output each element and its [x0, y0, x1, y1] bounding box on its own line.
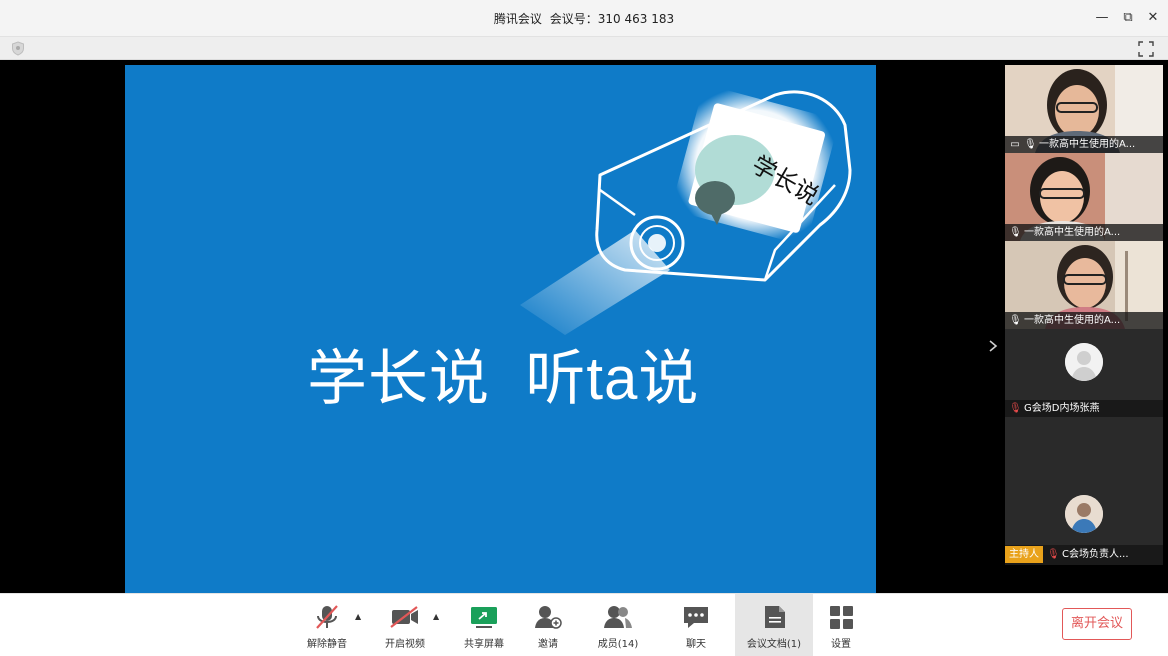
microphone-muted-icon: 🎙 [1009, 403, 1022, 414]
close-button[interactable]: ✕ [1143, 8, 1163, 28]
settings-button[interactable]: 设置 [811, 594, 871, 656]
main-video-area: 学长说 学长说 听ta说 [0, 60, 1168, 593]
share-screen-label: 共享屏幕 [464, 639, 504, 650]
screen-share-icon: ▭ [1010, 139, 1020, 150]
participant-tile[interactable]: 🎙 一款高中生使用的A... [1005, 241, 1163, 329]
invite-button[interactable]: 邀请 [518, 594, 578, 656]
meeting-docs-label: 会议文档(1) [746, 639, 802, 650]
video-options-caret[interactable]: ▲ [433, 612, 443, 622]
invite-label: 邀请 [538, 639, 558, 650]
participant-name-bar: 🎙 一款高中生使用的A... [1005, 312, 1163, 329]
projector-illustration: 学长说 [520, 85, 852, 335]
start-video-label: 开启视频 [385, 639, 425, 650]
participant-name: 一款高中生使用的A... [1039, 139, 1136, 150]
avatar [1065, 343, 1103, 381]
share-screen-button[interactable]: 共享屏幕 [454, 594, 514, 656]
microphone-muted-icon [316, 605, 338, 629]
avatar [1065, 495, 1103, 533]
participant-name-bar: ▭ 🎙 一款高中生使用的A... [1005, 136, 1163, 153]
camera-off-icon [390, 606, 418, 628]
chat-button[interactable]: 聊天 [666, 594, 726, 656]
start-video-button[interactable]: 开启视频 [375, 594, 435, 656]
members-label: 成员(14) [597, 639, 639, 650]
meeting-id: 310 463 183 [597, 12, 675, 26]
meeting-id-label: 会议号： [549, 12, 598, 26]
participant-name-bar: 🎙 G会场D内场张燕 [1005, 400, 1163, 417]
app-name: 腾讯会议 [493, 12, 542, 26]
microphone-muted-icon: 🎙 [1047, 549, 1060, 560]
meeting-toolbar: 解除静音 ▲ 开启视频 ▲ 共享屏幕 邀请 成员(14) 聊天 会议文档(1) … [0, 593, 1168, 656]
unmute-label: 解除静音 [307, 639, 347, 650]
document-icon [765, 606, 785, 628]
chat-label: 聊天 [686, 639, 706, 650]
slide-title: 学长说 听ta说 [307, 345, 700, 412]
grid-settings-icon [830, 606, 853, 629]
participant-tile[interactable]: ▭ 🎙 一款高中生使用的A... [1005, 65, 1163, 153]
minimize-button[interactable]: — [1092, 8, 1112, 28]
share-screen-icon [471, 607, 497, 628]
title-bar: 腾讯会议 会议号：310 463 183 — ⧉ ✕ [0, 0, 1168, 36]
microphone-icon: 🎙 [1024, 139, 1037, 150]
participant-list: ▭🎙一款高中生使用的A... 🎙一款高中生使用的A... 🎙一款高中生使 [1005, 65, 1163, 570]
participant-name-bar: 主持人 🎙 C会场负责人... [1005, 545, 1163, 565]
shield-icon[interactable] [11, 41, 25, 56]
participant-name: C会场负责人... [1062, 549, 1129, 560]
meeting-info-bar [0, 36, 1168, 60]
participant-name-bar: 🎙 一款高中生使用的A... [1005, 224, 1163, 241]
microphone-icon: 🎙 [1009, 227, 1022, 238]
microphone-icon: 🎙 [1009, 315, 1022, 326]
participant-tile[interactable]: 🎙 一款高中生使用的A... [1005, 153, 1163, 241]
leave-meeting-button[interactable]: 离开会议 [1062, 608, 1132, 640]
participant-tile[interactable]: 🎙 G会场D内场张燕 [1005, 329, 1163, 417]
participant-name: 一款高中生使用的A... [1024, 315, 1121, 326]
members-button[interactable]: 成员(14) [588, 594, 648, 656]
fullscreen-icon[interactable] [1138, 41, 1154, 57]
shared-slide: 学长说 学长说 听ta说 [125, 65, 876, 593]
participant-name: 一款高中生使用的A... [1024, 227, 1121, 238]
restore-button[interactable]: ⧉ [1118, 8, 1138, 28]
chat-icon [684, 607, 708, 628]
host-badge: 主持人 [1005, 546, 1043, 563]
meeting-docs-button[interactable]: 会议文档(1) [735, 594, 813, 656]
window-title: 腾讯会议 会议号：310 463 183 [0, 10, 1168, 27]
unmute-button[interactable]: 解除静音 [297, 594, 357, 656]
chevron-right-icon[interactable] [985, 338, 1001, 354]
add-user-icon [535, 606, 562, 629]
participant-name: G会场D内场张燕 [1024, 403, 1100, 414]
participant-tile[interactable]: 主持人 🎙 C会场负责人... [1005, 417, 1163, 565]
members-icon [604, 606, 632, 628]
settings-label: 设置 [831, 639, 851, 650]
mic-options-caret[interactable]: ▲ [355, 612, 365, 622]
